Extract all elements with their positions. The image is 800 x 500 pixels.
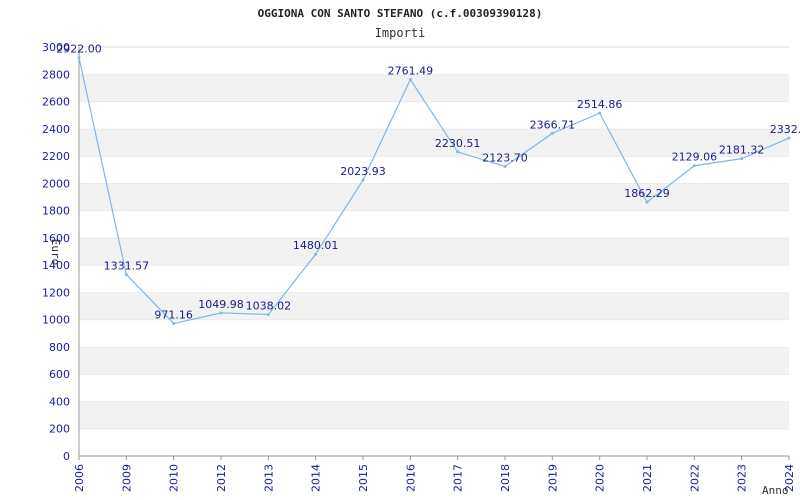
data-point xyxy=(645,200,649,204)
data-point xyxy=(219,311,223,315)
grid-band xyxy=(79,265,789,293)
x-tick-label: 2009 xyxy=(120,464,133,492)
grid-band xyxy=(79,47,789,75)
x-tick-label: 2012 xyxy=(215,464,228,492)
data-label: 2761.49 xyxy=(388,65,434,78)
y-tick-label: 1200 xyxy=(42,286,70,299)
y-axis-label: Euro xyxy=(49,239,62,266)
data-point xyxy=(550,131,554,135)
data-point xyxy=(503,164,507,168)
y-tick-label: 2800 xyxy=(42,68,70,81)
x-tick-label: 2022 xyxy=(688,464,701,492)
y-tick-label: 0 xyxy=(63,450,70,463)
data-point xyxy=(787,136,791,140)
y-tick-label: 800 xyxy=(49,341,70,354)
x-tick-label: 2019 xyxy=(546,464,559,492)
grid-bands xyxy=(79,46,789,456)
grid-band xyxy=(79,428,789,456)
data-label: 2514.86 xyxy=(577,98,623,111)
x-tick-label: 2016 xyxy=(404,464,417,492)
grid-band xyxy=(79,74,789,102)
data-point xyxy=(740,157,744,161)
y-tick-label: 2600 xyxy=(42,96,70,109)
data-label: 2181.32 xyxy=(719,144,765,157)
data-label: 971.16 xyxy=(154,309,193,322)
y-tick-label: 400 xyxy=(49,395,70,408)
x-tick-labels: 2006 2009 2010 2012 2013 2014 2015 2016 2017 2018… xyxy=(73,464,796,492)
data-label: 2023.93 xyxy=(340,165,386,178)
line-chart: 0200400600800100012001400160018002000220… xyxy=(42,7,800,497)
y-tick-label: 1800 xyxy=(42,205,70,218)
x-axis-label: Anno xyxy=(762,484,789,497)
x-tick-label: 2023 xyxy=(736,464,749,492)
data-label: 2230.51 xyxy=(435,137,481,150)
data-label: 1038.02 xyxy=(246,299,292,312)
x-tick-label: 2017 xyxy=(452,464,465,492)
data-point xyxy=(314,252,318,256)
data-point xyxy=(456,150,460,154)
data-label: 1480.01 xyxy=(293,239,339,252)
data-label: 1331.57 xyxy=(104,259,150,272)
data-label: 2123.70 xyxy=(482,151,528,164)
x-tick-label: 2010 xyxy=(168,464,181,492)
data-point xyxy=(124,272,128,276)
y-tick-label: 2000 xyxy=(42,177,70,190)
y-tick-label: 2200 xyxy=(42,150,70,163)
x-tick-label: 2021 xyxy=(641,464,654,492)
data-point xyxy=(361,178,365,182)
grid-band xyxy=(79,401,789,429)
data-point xyxy=(692,164,696,168)
grid-band xyxy=(79,346,789,375)
data-label: 1862.29 xyxy=(624,187,670,200)
y-tick-label: 600 xyxy=(49,368,70,381)
x-tick-label: 2020 xyxy=(594,464,607,492)
data-label: 2129.06 xyxy=(672,151,718,164)
y-tick-label: 1000 xyxy=(42,314,70,327)
grid-band xyxy=(79,183,789,211)
chart-subtitle: Importi xyxy=(375,26,426,40)
grid-band xyxy=(79,319,789,347)
grid-band xyxy=(79,210,789,238)
x-tick-label: 2014 xyxy=(310,464,323,492)
grid-band xyxy=(79,237,789,266)
x-tick-label: 2006 xyxy=(73,464,86,492)
x-tick-label: 2018 xyxy=(499,464,512,492)
x-tick-label: 2015 xyxy=(357,464,370,492)
data-point xyxy=(77,56,81,60)
data-point xyxy=(598,111,602,115)
data-label: 2366.71 xyxy=(530,118,576,131)
x-tick-label: 2013 xyxy=(262,464,275,492)
data-point xyxy=(266,312,270,316)
data-label: 2922.00 xyxy=(56,43,102,56)
data-label: 2332.2 xyxy=(770,123,800,136)
data-label: 1049.98 xyxy=(198,298,244,311)
y-tick-label: 200 xyxy=(49,423,70,436)
data-point xyxy=(408,78,412,82)
data-point xyxy=(172,322,176,326)
y-tick-label: 2400 xyxy=(42,123,70,136)
chart-title: OGGIONA CON SANTO STEFANO (c.f.003093901… xyxy=(258,7,543,20)
grid-band xyxy=(79,374,789,402)
